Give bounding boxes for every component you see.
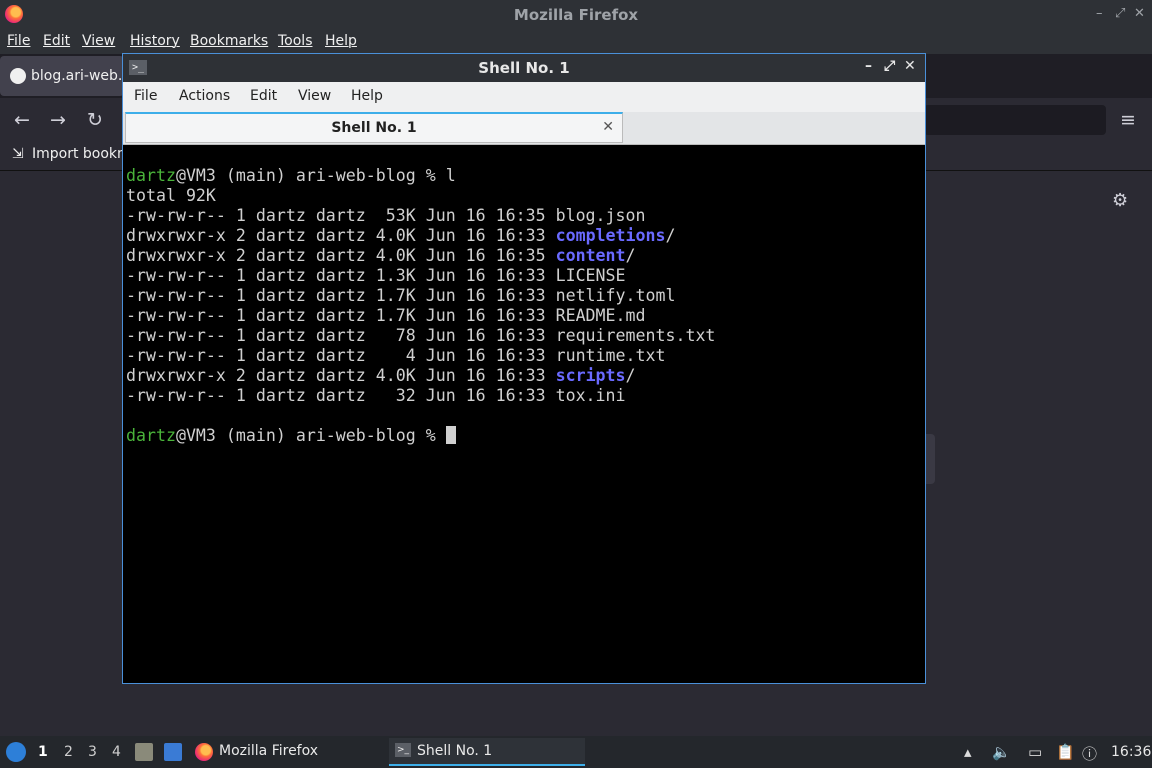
terminal-tab-label: Shell No. 1: [331, 120, 417, 136]
import-bookmarks-link[interactable]: Import bookm: [32, 146, 131, 162]
menu-view[interactable]: View: [82, 33, 115, 49]
output-line: -rw-rw-r-- 1 dartz dartz 1.3K Jun 16 16:…: [126, 266, 626, 285]
network-icon[interactable]: ▭: [1028, 743, 1042, 761]
workspace-4[interactable]: 4: [112, 744, 121, 760]
output-line: -rw-rw-r-- 1 dartz dartz 78 Jun 16 16:33…: [126, 326, 716, 345]
text-cursor: [445, 426, 456, 444]
output-line: -rw-rw-r-- 1 dartz dartz 1.7K Jun 16 16:…: [126, 286, 676, 305]
terminal-close-icon[interactable]: ✕: [904, 58, 916, 74]
terminal-menu-edit[interactable]: Edit: [250, 88, 277, 104]
task-terminal[interactable]: >_ Shell No. 1: [389, 738, 585, 766]
clock: 16:36: [1111, 744, 1152, 760]
terminal-window: >_ Shell No. 1 – ⤢ ✕ File Actions Edit V…: [122, 53, 926, 684]
show-desktop-icon[interactable]: [164, 743, 182, 761]
output-line: -rw-rw-r-- 1 dartz dartz 1.7K Jun 16 16:…: [126, 306, 646, 325]
terminal-output[interactable]: dartz@VM3 (main) ari-web-blog % l total …: [125, 146, 923, 681]
output-line: -rw-rw-r-- 1 dartz dartz 4 Jun 16 16:33 …: [126, 346, 666, 365]
notification-icon[interactable]: ⓘ: [1082, 743, 1097, 764]
close-tab-icon[interactable]: ✕: [602, 119, 614, 135]
clipboard-icon[interactable]: 📋: [1056, 743, 1075, 761]
import-bookmarks-icon: ⇲: [12, 146, 24, 162]
menu-help[interactable]: Help: [325, 33, 357, 49]
menu-history[interactable]: History: [130, 33, 180, 49]
terminal-window-title: Shell No. 1: [478, 59, 570, 77]
output-line: -rw-rw-r-- 1 dartz dartz 32 Jun 16 16:33…: [126, 386, 626, 405]
forward-icon[interactable]: →: [50, 109, 66, 131]
terminal-maximize-icon[interactable]: ⤢: [884, 58, 895, 74]
workspace-1[interactable]: 1: [38, 744, 48, 760]
output-line: drwxrwxr-x 2 dartz dartz 4.0K Jun 16 16:…: [126, 226, 676, 245]
github-icon: [10, 68, 26, 84]
back-icon[interactable]: ←: [14, 109, 30, 131]
terminal-task-icon: >_: [395, 743, 411, 757]
hamburger-menu-icon[interactable]: ≡: [1120, 109, 1136, 131]
firefox-menubar: File Edit View History Bookmarks Tools H…: [0, 30, 1152, 54]
firefox-task-icon: [195, 743, 213, 761]
browser-tab-title: blog.ari-web.x: [31, 68, 131, 84]
terminal-menu-actions[interactable]: Actions: [179, 88, 230, 104]
url-bar[interactable]: [924, 105, 1106, 135]
taskbar: 1 2 3 4 Mozilla Firefox >_ Shell No. 1 ▴…: [0, 736, 1152, 768]
terminal-tabbar: Shell No. 1 ✕: [123, 112, 925, 145]
tray-up-icon[interactable]: ▴: [964, 743, 972, 761]
maximize-icon[interactable]: ⤢: [1115, 6, 1125, 21]
minimize-icon[interactable]: –: [1096, 6, 1103, 21]
prompt-line: dartz@VM3 (main) ari-web-blog % l: [126, 166, 456, 185]
menu-tools[interactable]: Tools: [278, 33, 313, 49]
terminal-tab[interactable]: Shell No. 1 ✕: [125, 112, 623, 143]
terminal-minimize-icon[interactable]: –: [865, 58, 872, 74]
output-line: -rw-rw-r-- 1 dartz dartz 53K Jun 16 16:3…: [126, 206, 646, 225]
output-line: drwxrwxr-x 2 dartz dartz 4.0K Jun 16 16:…: [126, 246, 636, 265]
file-manager-icon[interactable]: [135, 743, 153, 761]
workspace-3[interactable]: 3: [88, 744, 97, 760]
terminal-menu-file[interactable]: File: [134, 88, 157, 104]
firefox-titlebar: Mozilla Firefox – ⤢ ✕: [0, 0, 1152, 30]
menu-edit[interactable]: Edit: [43, 33, 70, 49]
prompt-line: dartz@VM3 (main) ari-web-blog %: [126, 426, 456, 446]
reload-icon[interactable]: ↻: [87, 109, 103, 131]
close-icon[interactable]: ✕: [1134, 6, 1145, 21]
firefox-window-title: Mozilla Firefox: [513, 6, 639, 24]
menu-file[interactable]: File: [7, 33, 30, 49]
menu-bookmarks[interactable]: Bookmarks: [190, 33, 268, 49]
workspace-2[interactable]: 2: [64, 744, 73, 760]
gear-icon[interactable]: ⚙: [1112, 190, 1128, 211]
volume-icon[interactable]: 🔈: [992, 743, 1011, 761]
terminal-titlebar: >_ Shell No. 1 – ⤢ ✕: [123, 54, 925, 82]
browser-tab[interactable]: blog.ari-web.x: [0, 56, 131, 96]
task-firefox-label: Mozilla Firefox: [219, 743, 319, 759]
terminal-menu-help[interactable]: Help: [351, 88, 383, 104]
output-line: drwxrwxr-x 2 dartz dartz 4.0K Jun 16 16:…: [126, 366, 636, 385]
terminal-menubar: File Actions Edit View Help: [123, 82, 925, 112]
output-line: total 92K: [126, 186, 216, 205]
terminal-menu-view[interactable]: View: [298, 88, 331, 104]
start-menu-icon[interactable]: [6, 742, 26, 762]
scrollbar-thumb[interactable]: [926, 434, 935, 484]
task-terminal-label: Shell No. 1: [417, 743, 493, 759]
task-firefox[interactable]: Mozilla Firefox: [195, 738, 375, 766]
